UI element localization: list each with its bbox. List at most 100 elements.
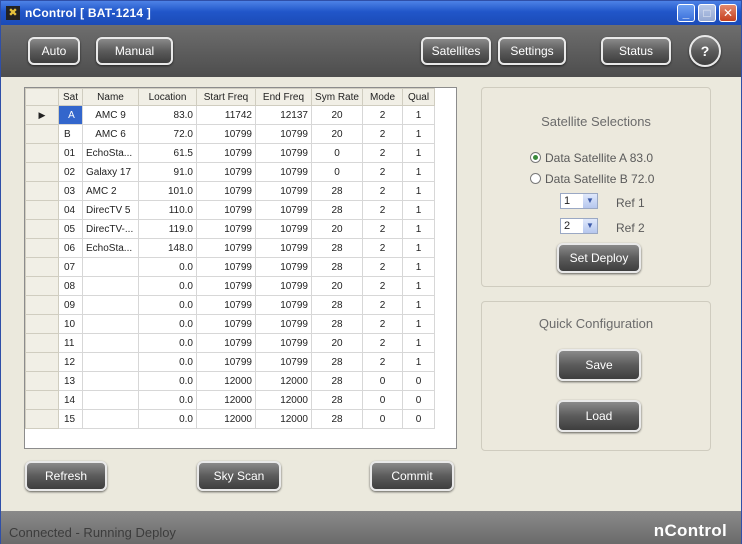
table-cell[interactable]: 10799: [255, 200, 312, 220]
table-cell[interactable]: 1: [402, 238, 435, 258]
table-cell[interactable]: 10799: [255, 181, 312, 201]
row-header[interactable]: [25, 314, 59, 334]
table-cell[interactable]: 0: [402, 371, 435, 391]
column-header[interactable]: Sat: [58, 88, 83, 106]
table-cell[interactable]: 101.0: [138, 181, 197, 201]
table-cell[interactable]: 20: [311, 276, 363, 296]
table-cell[interactable]: 0.0: [138, 352, 197, 372]
table-cell[interactable]: 2: [362, 200, 403, 220]
table-row[interactable]: B AMC 6 72.0 10799 10799 20 2 1: [25, 124, 435, 144]
table-row[interactable]: 14 0.0 12000 12000 28 0 0: [25, 390, 435, 410]
table-cell[interactable]: 61.5: [138, 143, 197, 163]
table-cell[interactable]: 0.0: [138, 409, 197, 429]
table-cell[interactable]: 01: [58, 143, 83, 163]
table-cell[interactable]: 10799: [255, 219, 312, 239]
table-cell[interactable]: AMC 2: [82, 181, 139, 201]
table-cell[interactable]: 05: [58, 219, 83, 239]
column-header[interactable]: End Freq: [255, 88, 312, 106]
radio-selected-icon[interactable]: [530, 152, 541, 163]
table-cell[interactable]: 28: [311, 352, 363, 372]
status-button[interactable]: Status: [601, 37, 671, 65]
table-cell[interactable]: 2: [362, 181, 403, 201]
table-cell[interactable]: 72.0: [138, 124, 197, 144]
table-cell[interactable]: 10799: [196, 124, 256, 144]
sky-scan-button[interactable]: Sky Scan: [197, 461, 281, 491]
table-cell[interactable]: [82, 371, 139, 391]
table-cell[interactable]: 0: [362, 371, 403, 391]
row-header[interactable]: [25, 124, 59, 144]
column-header[interactable]: Sym Rate: [311, 88, 363, 106]
column-header[interactable]: Location: [138, 88, 197, 106]
table-cell[interactable]: 10799: [196, 200, 256, 220]
table-cell[interactable]: 28: [311, 409, 363, 429]
table-cell[interactable]: 0.0: [138, 257, 197, 277]
table-cell[interactable]: 15: [58, 409, 83, 429]
table-cell[interactable]: 110.0: [138, 200, 197, 220]
table-cell[interactable]: 10799: [196, 333, 256, 353]
table-cell[interactable]: 1: [402, 143, 435, 163]
table-cell[interactable]: 12000: [255, 371, 312, 391]
save-button[interactable]: Save: [557, 349, 641, 381]
title-bar[interactable]: ✖ nControl [ BAT-1214 ] _ □ ✕: [1, 1, 741, 25]
table-cell[interactable]: 10799: [196, 276, 256, 296]
table-cell[interactable]: 28: [311, 257, 363, 277]
table-cell[interactable]: 28: [311, 295, 363, 315]
table-cell[interactable]: 91.0: [138, 162, 197, 182]
table-cell[interactable]: 1: [402, 105, 435, 125]
table-row[interactable]: 08 0.0 10799 10799 20 2 1: [25, 276, 435, 296]
table-cell[interactable]: 10799: [196, 352, 256, 372]
table-cell[interactable]: 10799: [196, 181, 256, 201]
table-cell[interactable]: Galaxy 17: [82, 162, 139, 182]
table-cell[interactable]: 0: [362, 409, 403, 429]
table-cell[interactable]: AMC 6: [82, 124, 139, 144]
table-cell[interactable]: DirecTV 5: [82, 200, 139, 220]
table-cell[interactable]: 0.0: [138, 390, 197, 410]
table-cell[interactable]: 28: [311, 200, 363, 220]
table-cell[interactable]: 13: [58, 371, 83, 391]
row-header[interactable]: [25, 409, 59, 429]
satellites-button[interactable]: Satellites: [421, 37, 491, 65]
table-cell[interactable]: 2: [362, 162, 403, 182]
table-cell[interactable]: 11742: [196, 105, 256, 125]
row-header[interactable]: ▶: [25, 105, 59, 125]
row-header[interactable]: [25, 162, 59, 182]
table-cell[interactable]: 28: [311, 181, 363, 201]
table-cell[interactable]: EchoSta...: [82, 238, 139, 258]
table-cell[interactable]: 20: [311, 333, 363, 353]
table-cell[interactable]: 02: [58, 162, 83, 182]
table-cell[interactable]: 0: [362, 390, 403, 410]
row-header[interactable]: [25, 295, 59, 315]
table-row[interactable]: 07 0.0 10799 10799 28 2 1: [25, 257, 435, 277]
row-header[interactable]: [25, 143, 59, 163]
table-cell[interactable]: 09: [58, 295, 83, 315]
table-cell[interactable]: 1: [402, 352, 435, 372]
table-cell[interactable]: 0.0: [138, 295, 197, 315]
chevron-down-icon[interactable]: ▼: [583, 194, 597, 208]
table-cell[interactable]: 83.0: [138, 105, 197, 125]
data-satellite-b-option[interactable]: Data Satellite B 72.0: [530, 172, 654, 186]
table-cell[interactable]: EchoSta...: [82, 143, 139, 163]
table-row[interactable]: 04 DirecTV 5 110.0 10799 10799 28 2 1: [25, 200, 435, 220]
table-row[interactable]: 11 0.0 10799 10799 20 2 1: [25, 333, 435, 353]
table-cell[interactable]: 10799: [255, 333, 312, 353]
table-cell[interactable]: 10799: [255, 238, 312, 258]
table-cell[interactable]: [82, 390, 139, 410]
table-row[interactable]: 06 EchoSta... 148.0 10799 10799 28 2 1: [25, 238, 435, 258]
table-cell[interactable]: 28: [311, 371, 363, 391]
table-cell[interactable]: [82, 276, 139, 296]
column-header[interactable]: Mode: [362, 88, 403, 106]
close-button[interactable]: ✕: [719, 4, 737, 22]
table-cell[interactable]: 2: [362, 219, 403, 239]
table-cell[interactable]: 2: [362, 352, 403, 372]
table-row[interactable]: 12 0.0 10799 10799 28 2 1: [25, 352, 435, 372]
table-cell[interactable]: 12000: [196, 409, 256, 429]
column-header[interactable]: Name: [82, 88, 139, 106]
table-cell[interactable]: 10799: [196, 295, 256, 315]
table-cell[interactable]: 28: [311, 314, 363, 334]
row-header[interactable]: [25, 390, 59, 410]
maximize-button[interactable]: □: [698, 4, 716, 22]
table-cell[interactable]: 148.0: [138, 238, 197, 258]
table-cell[interactable]: 10: [58, 314, 83, 334]
table-cell[interactable]: 10799: [255, 352, 312, 372]
table-row[interactable]: 02 Galaxy 17 91.0 10799 10799 0 2 1: [25, 162, 435, 182]
